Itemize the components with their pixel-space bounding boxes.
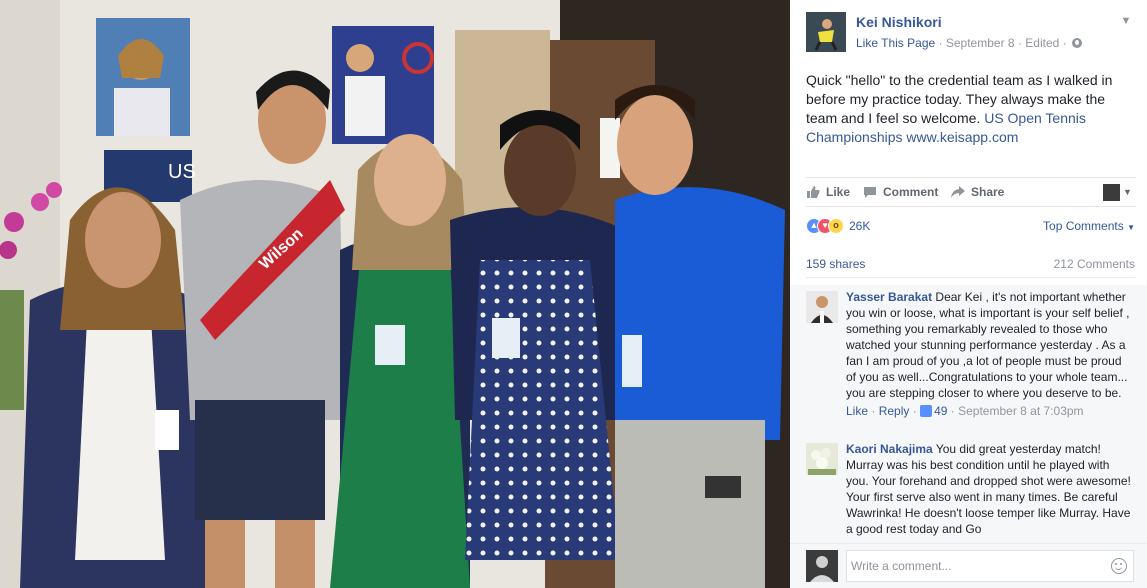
comment-like-count[interactable]: 49 [920, 404, 947, 418]
comment-input[interactable] [847, 551, 1097, 581]
footer-separator-3: · [950, 404, 955, 418]
comment-button[interactable]: Comment [863, 185, 938, 199]
post-header: Kei Nishikori Like This Page · September… [806, 12, 1133, 56]
reaction-count[interactable]: 26K [849, 219, 870, 233]
like-page-link[interactable]: Like This Page [856, 36, 935, 50]
caret-down-icon: ▼ [1123, 187, 1132, 197]
comment-sort-dropdown[interactable]: Top Comments ▼ [1043, 219, 1135, 233]
comment-composer [790, 543, 1147, 588]
comment-text: You did great yesterday match! Murray wa… [846, 442, 1131, 536]
emoji-icon[interactable] [1111, 558, 1127, 574]
comment-body: Kaori Nakajima You did great yesterday m… [846, 441, 1132, 537]
thumbs-up-icon [920, 405, 933, 417]
comment-count[interactable]: 212 Comments [1054, 257, 1135, 271]
reactions-summary: ▲ ♥ o 26K Top Comments ▼ [806, 214, 1135, 242]
comment-text: Dear Kei , it's not important whether yo… [846, 290, 1130, 400]
meta-separator: · [938, 36, 943, 50]
page-avatar[interactable] [806, 12, 846, 52]
meta-separator-2: · [1017, 36, 1022, 50]
comment-item: Yasser Barakat Dear Kei , it's not impor… [806, 289, 1132, 419]
comment-like-link[interactable]: Like [846, 404, 868, 418]
comment-time[interactable]: September 8 at 7:03pm [958, 404, 1083, 418]
comment-author[interactable]: Kaori Nakajima [846, 442, 933, 456]
comments-list: Yasser Barakat Dear Kei , it's not impor… [790, 285, 1147, 543]
page-name[interactable]: Kei Nishikori [856, 14, 942, 30]
share-button[interactable]: Share [951, 185, 1004, 199]
comment-input-box[interactable] [846, 550, 1134, 582]
post-photo[interactable]: US Wilson [0, 0, 790, 588]
website-link[interactable]: www.keisapp.com [906, 129, 1018, 145]
poster-text: US [168, 161, 196, 183]
group-photo-illustration: US Wilson [0, 0, 790, 588]
commenter-avatar[interactable] [806, 443, 838, 475]
share-count[interactable]: 159 shares [806, 257, 865, 271]
comment-reply-link[interactable]: Reply [879, 404, 910, 418]
share-label: Share [971, 185, 1005, 199]
share-icon [951, 186, 965, 198]
tennis-poster-left [96, 18, 190, 136]
caret-down-icon: ▼ [1127, 223, 1135, 232]
tennis-poster-center [332, 26, 434, 144]
post-side-panel: Kei Nishikori Like This Page · September… [790, 0, 1147, 588]
post-text: Quick "hello" to the credential team as … [806, 71, 1136, 147]
reaction-icons[interactable]: ▲ ♥ o 26K [806, 218, 870, 236]
share-comment-counts: 159 shares 212 Comments [806, 256, 1135, 278]
like-button[interactable]: Like [806, 185, 850, 199]
post-actions-bar: Like Comment Share ▼ [806, 177, 1135, 207]
post-date[interactable]: September 8 [946, 36, 1015, 50]
comment-label: Comment [883, 185, 939, 199]
comment-footer: Like · Reply · 49 · September 8 at 7:03p… [846, 403, 1132, 419]
commenter-avatar[interactable] [806, 291, 838, 323]
wow-reaction-icon: o [828, 218, 844, 234]
user-avatar [806, 550, 838, 582]
comment-body: Yasser Barakat Dear Kei , it's not impor… [846, 289, 1132, 419]
comment-icon [864, 187, 876, 198]
viewer-selector[interactable]: ▼ [1103, 184, 1133, 202]
like-label: Like [826, 185, 851, 199]
edited-label[interactable]: Edited [1025, 36, 1059, 50]
thumbs-up-icon [807, 186, 820, 198]
footer-separator-2: · [912, 404, 917, 418]
viewer-avatar [1103, 184, 1120, 201]
chevron-down-icon[interactable]: ▼ [1119, 14, 1133, 28]
post-meta: Like This Page · September 8 · Edited · [856, 36, 1082, 50]
footer-separator: · [871, 404, 876, 418]
sort-label: Top Comments [1043, 219, 1124, 233]
comment-likes-value: 49 [934, 404, 948, 418]
comment-author[interactable]: Yasser Barakat [846, 290, 932, 304]
meta-separator-3: · [1062, 36, 1067, 50]
globe-icon [1071, 38, 1082, 48]
comment-item: Kaori Nakajima You did great yesterday m… [806, 441, 1132, 537]
